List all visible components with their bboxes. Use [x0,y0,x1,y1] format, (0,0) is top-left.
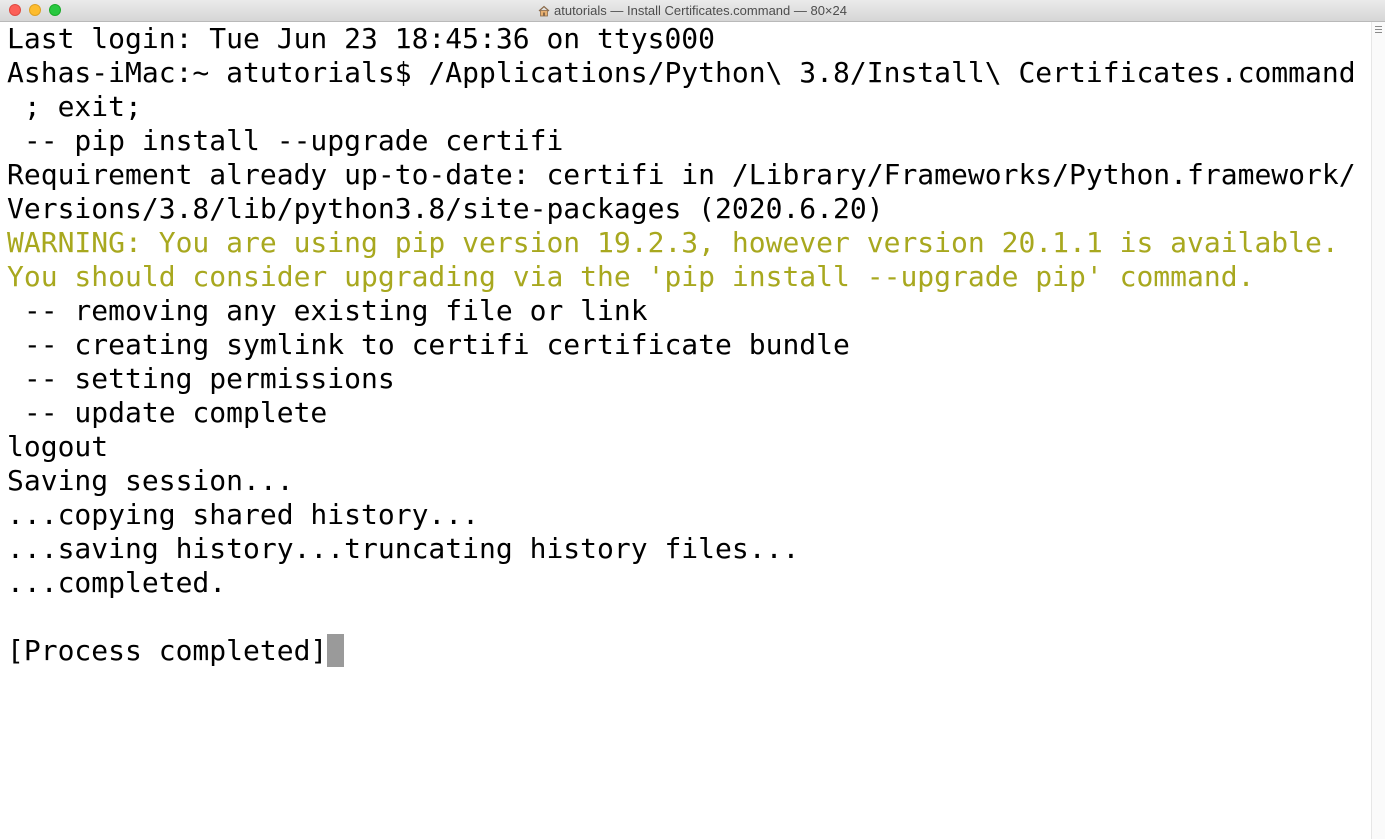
terminal-line: -- setting permissions [7,362,395,395]
terminal-line: logout [7,430,109,463]
warning-line: WARNING: You are using pip version 19.2.… [7,226,1339,259]
title-bar[interactable]: atutorials — Install Certificates.comman… [0,0,1385,22]
terminal-line: -- update complete [7,396,328,429]
terminal-line: -- pip install --upgrade certifi [7,124,564,157]
terminal-line: ...completed. [7,566,227,599]
terminal-line: -- removing any existing file or link [7,294,648,327]
warning-line: You should consider upgrading via the 'p… [7,260,1255,293]
terminal-line: ; exit; [7,90,142,123]
process-completed-line: [Process completed] [7,634,345,668]
terminal-line: Requirement already up-to-date: certifi … [7,158,1356,191]
process-completed-text: [Process completed] [7,634,328,667]
terminal-line: -- creating symlink to certifi certifica… [7,328,850,361]
terminal-line: Versions/3.8/lib/python3.8/site-packages… [7,192,884,225]
window-title-wrap: atutorials — Install Certificates.comman… [0,3,1385,21]
terminal-line: Last login: Tue Jun 23 18:45:36 on ttys0… [7,22,716,55]
terminal-line: Saving session... [7,464,294,497]
terminal-line: ...saving history...truncating history f… [7,532,800,565]
vertical-scrollbar[interactable] [1371,22,1385,839]
text-cursor [327,634,345,667]
terminal-window: atutorials — Install Certificates.comman… [0,0,1385,839]
terminal-line: Ashas-iMac:~ atutorials$ /Applications/P… [7,56,1356,89]
window-title: atutorials — Install Certificates.comman… [554,3,847,18]
terminal-line: ...copying shared history... [7,498,480,531]
home-icon [538,5,550,21]
terminal-output[interactable]: Last login: Tue Jun 23 18:45:36 on ttys0… [0,22,1371,839]
scroll-grip-icon[interactable] [1375,26,1382,35]
